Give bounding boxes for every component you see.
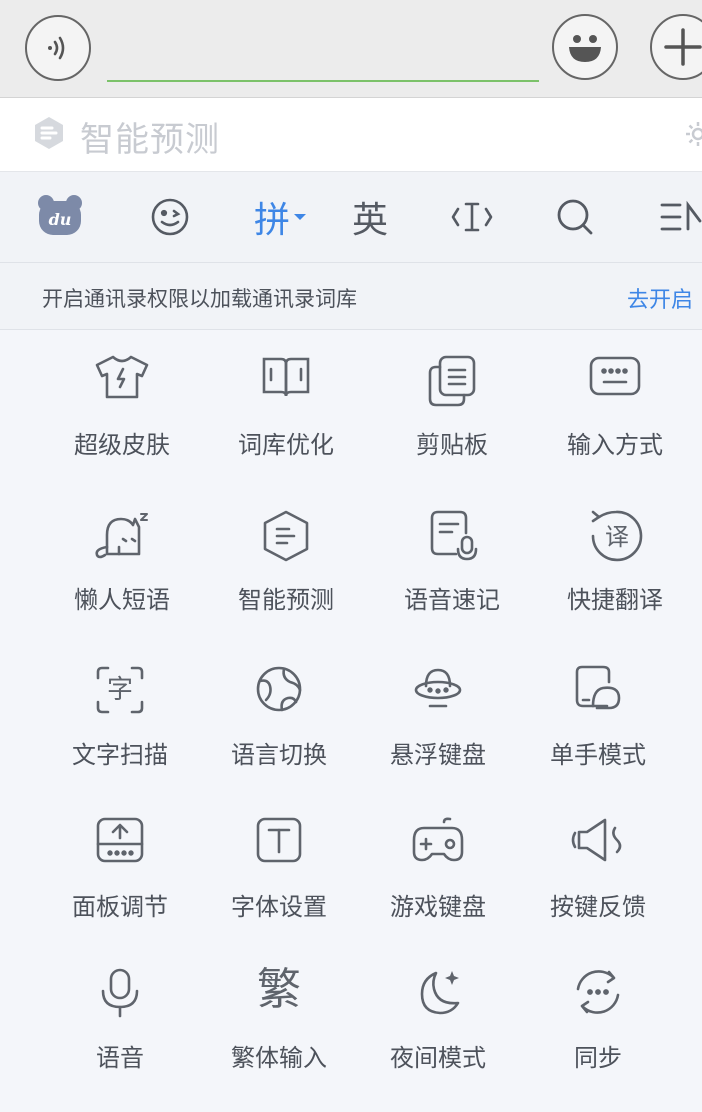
svg-text:译: 译 [605,523,629,551]
grid-item-label: 同步 [574,1044,622,1072]
grid-item-game-keyboard[interactable]: 游戏键盘 [358,792,518,942]
speaker-icon [571,818,622,862]
grid-item-sync[interactable]: 同步 [518,943,678,1093]
pinyin-label: 拼 [253,200,290,241]
text-scan-icon: 字 [96,666,144,714]
grid-item-clipboard[interactable]: 剪贴板 [372,330,532,480]
grid-item-label: 剪贴板 [416,431,488,459]
keyboard-toolbar: du 拼 英 [0,172,702,263]
du-logo-icon: du [38,195,82,235]
gamepad-icon [412,817,464,862]
du-menu-button[interactable]: du [30,172,90,262]
grid-item-label: 语言切换 [231,741,327,769]
prediction-label: 智能预测 [80,120,220,160]
ufo-icon [414,668,462,708]
grid-item-label: 超级皮肤 [74,431,170,459]
grid-item-label: 字体设置 [231,893,327,921]
menu-icon [660,200,702,231]
gear-icon[interactable] [683,119,702,149]
grid-item-label: 智能预测 [238,586,334,614]
grid-item-language-switch[interactable]: 语言切换 [199,640,359,790]
english-label: 英 [351,200,388,241]
prediction-logo-icon [35,117,63,149]
lazy-cat-icon [95,513,148,559]
grid-item-key-feedback[interactable]: 按键反馈 [518,792,678,942]
font-icon [256,817,302,863]
microphone-icon [101,968,139,1018]
voice-wave-icon [48,36,65,60]
translate-icon: 译 [591,510,643,562]
voice-button[interactable] [25,15,91,81]
grid-item-label: 游戏键盘 [390,893,486,921]
moon-icon [420,971,460,1015]
sync-icon [576,970,620,1014]
grid-item-font-settings[interactable]: 字体设置 [199,792,359,942]
grid-item-traditional-input[interactable]: 繁 繁体输入 [199,943,359,1093]
grid-item-label: 夜间模式 [390,1044,486,1072]
menu-tab[interactable] [660,172,702,262]
book-icon [262,357,310,397]
enable-permission-link[interactable]: 去开启 [627,282,693,314]
grid-item-label: 词库优化 [238,431,334,459]
emoji-tab[interactable] [140,172,200,262]
grid-item-input-method[interactable]: 输入方式 [535,330,695,480]
grid-item-panel-adjust[interactable]: 面板调节 [40,792,200,942]
voice-note-icon [430,510,478,561]
text-input[interactable] [107,28,539,82]
chevron-down-icon [294,214,306,220]
grid-item-label: 悬浮键盘 [390,741,486,769]
emoji-wink-icon [151,198,189,236]
grid-item-voice[interactable]: 语音 [40,943,200,1093]
input-bar [0,0,702,98]
pinyin-tab[interactable]: 拼 [245,172,315,262]
feature-grid: 超级皮肤 词库优化 剪贴板 输入方式 懒人短语 智能预测 语音速记 译 快捷翻译… [0,330,702,1112]
grid-item-night-mode[interactable]: 夜间模式 [358,943,518,1093]
traditional-char-icon: 繁 [257,964,301,1015]
grid-item-label: 输入方式 [567,431,663,459]
grid-item-smart-predict[interactable]: 智能预测 [206,485,366,635]
grid-item-label: 懒人短语 [74,586,170,614]
search-icon [557,199,593,235]
emoji-button[interactable] [552,14,618,80]
grid-item-label: 面板调节 [72,893,168,921]
panel-adjust-icon [96,817,144,863]
banner-text: 开启通讯录权限以加载通讯录词库 [42,287,357,311]
grid-item-dictionary[interactable]: 词库优化 [206,330,366,480]
grid-item-label: 繁体输入 [231,1044,327,1072]
search-tab[interactable] [545,172,605,262]
grid-item-skin[interactable]: 超级皮肤 [42,330,202,480]
grid-item-quick-translate[interactable]: 译 快捷翻译 [535,485,695,635]
grid-item-label: 文字扫描 [72,741,168,769]
svg-text:du: du [49,210,72,229]
cursor-tab[interactable] [442,172,502,262]
plus-icon [664,28,702,66]
smiley-icon [569,35,601,62]
prediction-bar[interactable]: 智能预测 [0,98,702,172]
keyboard-icon [589,356,641,396]
grid-item-lazy-phrases[interactable]: 懒人短语 [42,485,202,635]
grid-item-label: 语音 [96,1044,144,1072]
globe-icon [256,666,302,712]
clipboard-icon [428,355,476,407]
one-hand-icon [575,665,621,710]
grid-item-one-hand-mode[interactable]: 单手模式 [518,640,678,790]
skin-shirt-icon [95,355,149,399]
grid-item-label: 单手模式 [550,741,646,769]
grid-item-label: 按键反馈 [550,893,646,921]
grid-item-floating-keyboard[interactable]: 悬浮键盘 [358,640,518,790]
grid-item-label: 快捷翻译 [567,586,663,614]
grid-item-text-scan[interactable]: 字 文字扫描 [40,640,200,790]
text-cursor-icon [451,202,493,232]
grid-item-voice-notes[interactable]: 语音速记 [372,485,532,635]
contacts-permission-banner: 开启通讯录权限以加载通讯录词库 去开启 [0,263,702,330]
svg-text:字: 字 [107,675,133,705]
grid-item-label: 语音速记 [404,586,500,614]
hexagon-predict-icon [263,510,309,562]
add-button[interactable] [650,14,702,80]
english-tab[interactable]: 英 [340,172,400,262]
